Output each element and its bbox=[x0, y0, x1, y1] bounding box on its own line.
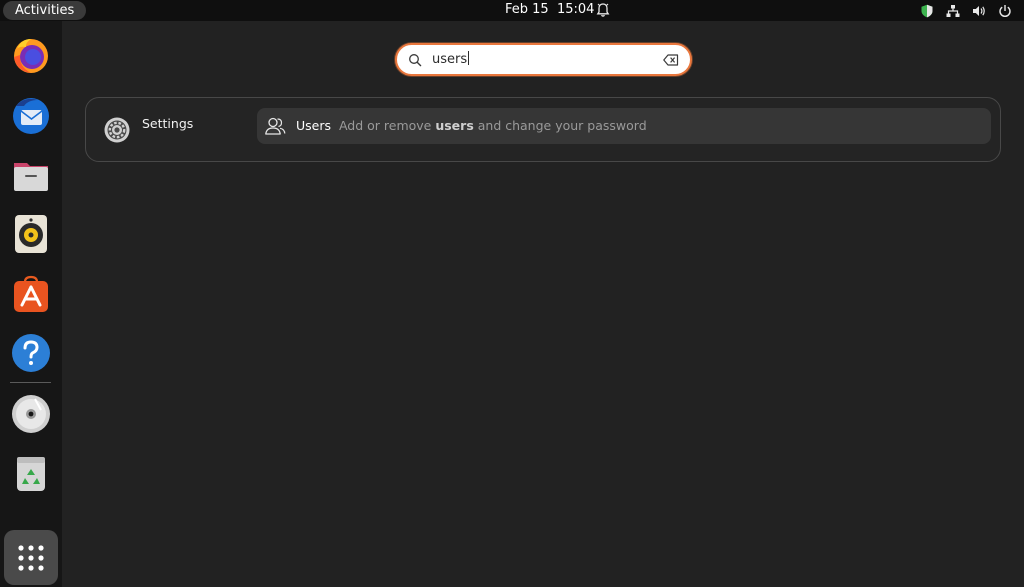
dock-item-disc[interactable] bbox=[8, 391, 54, 437]
dock-separator bbox=[10, 382, 51, 383]
bell-icon[interactable] bbox=[596, 2, 610, 18]
dock-item-files[interactable] bbox=[8, 152, 54, 198]
app-center-icon bbox=[14, 275, 48, 312]
dock-item-firefox[interactable] bbox=[8, 32, 54, 78]
top-bar: Activities Feb 15 15:04 bbox=[0, 0, 1024, 21]
rhythmbox-icon bbox=[15, 215, 47, 253]
system-tray[interactable] bbox=[920, 2, 1012, 19]
thunderbird-icon bbox=[13, 98, 49, 134]
users-icon bbox=[265, 117, 286, 135]
search-result-users[interactable]: Users Add or remove users and change you… bbox=[257, 108, 991, 144]
result-description-prefix: Add or remove bbox=[338, 118, 436, 133]
volume-icon[interactable] bbox=[972, 4, 986, 18]
result-description-suffix: and change your password bbox=[473, 118, 647, 133]
dock-item-help[interactable] bbox=[8, 330, 54, 376]
clear-text-icon[interactable] bbox=[663, 54, 679, 66]
dock-item-trash[interactable] bbox=[8, 451, 54, 497]
date-time-clock[interactable]: Feb 15 15:04 bbox=[505, 0, 594, 20]
disc-icon bbox=[12, 395, 50, 433]
search-icon bbox=[409, 54, 422, 67]
firefox-icon bbox=[14, 39, 48, 73]
result-provider-name[interactable]: Settings bbox=[142, 116, 193, 131]
show-apps-button[interactable] bbox=[4, 530, 58, 585]
result-text: Users Add or remove users and change you… bbox=[296, 118, 647, 133]
files-icon bbox=[14, 163, 48, 191]
text-caret bbox=[468, 51, 470, 65]
dock-item-thunderbird[interactable] bbox=[8, 92, 54, 138]
shield-icon[interactable] bbox=[920, 4, 934, 18]
dock bbox=[0, 21, 62, 587]
show-apps-grid-icon bbox=[18, 544, 44, 571]
search-results-panel: Settings Users Add or remove users and c… bbox=[85, 97, 1001, 162]
trash-icon bbox=[17, 457, 45, 491]
search-input[interactable]: users bbox=[432, 51, 470, 68]
network-icon[interactable] bbox=[946, 4, 960, 18]
gear-icon[interactable] bbox=[104, 117, 130, 143]
activities-button[interactable]: Activities bbox=[3, 1, 87, 20]
dock-item-app-center[interactable] bbox=[8, 271, 54, 317]
power-icon[interactable] bbox=[998, 4, 1012, 18]
result-description-match: users bbox=[435, 118, 474, 133]
search-field[interactable]: users bbox=[395, 43, 692, 76]
result-title: Users bbox=[296, 118, 332, 133]
dock-item-rhythmbox[interactable] bbox=[8, 211, 54, 257]
search-query-text: users bbox=[432, 52, 468, 67]
help-icon bbox=[12, 334, 50, 372]
